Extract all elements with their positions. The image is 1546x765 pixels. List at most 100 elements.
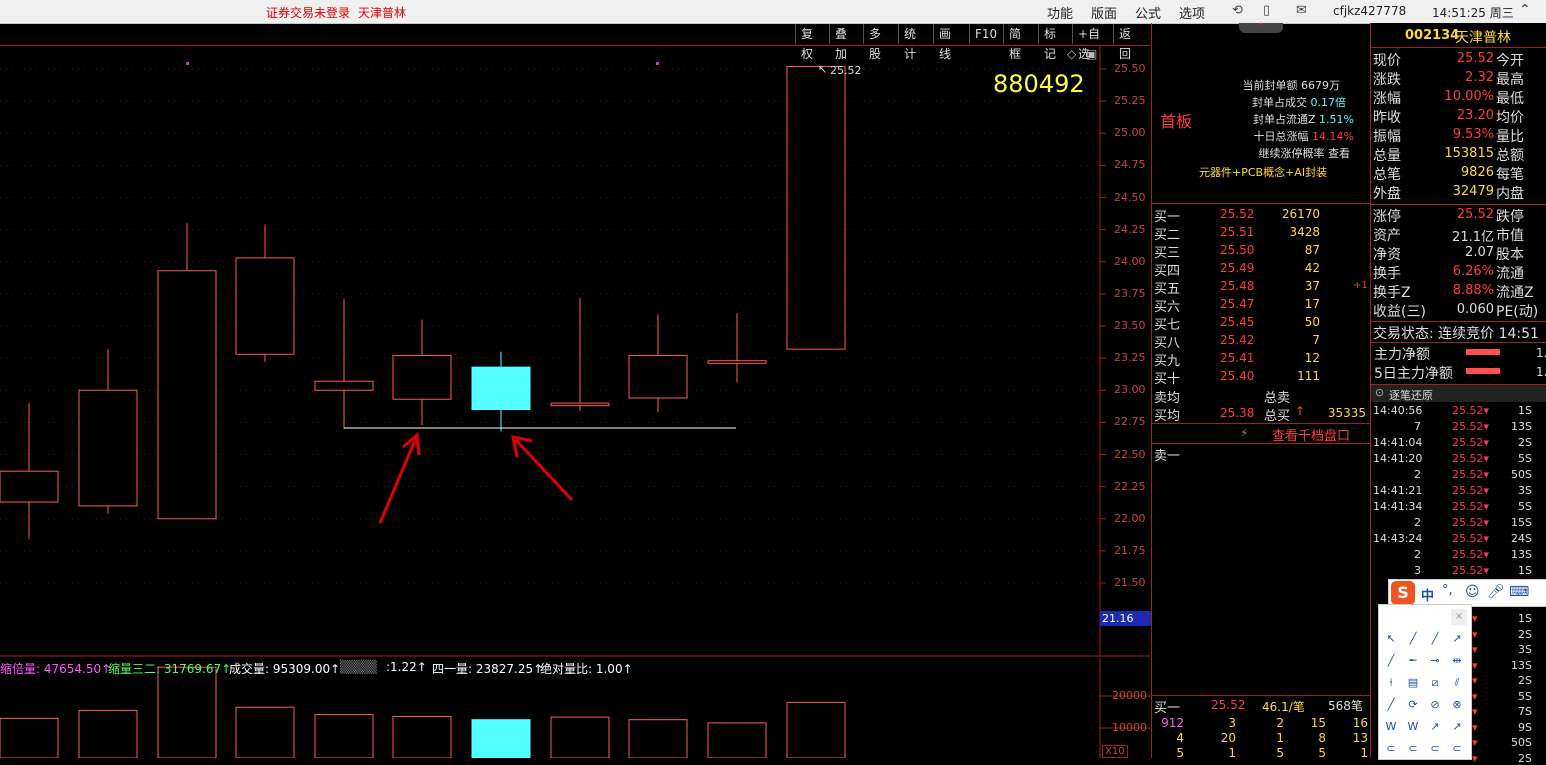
up-arrow-icon: ↑ <box>1295 404 1306 418</box>
bid-price[interactable]: 25.41 <box>1220 351 1254 365</box>
stat-label: 涨跌 <box>1373 72 1401 88</box>
draw-tool-icon[interactable]: W <box>1381 717 1401 737</box>
draw-tool-icon[interactable]: ⊸ <box>1425 651 1445 671</box>
bid-label: 买一 <box>1154 210 1181 225</box>
draw-tool-icon[interactable]: ↖ <box>1381 629 1401 649</box>
tick-dir: ▾ <box>1472 627 1478 641</box>
draw-tool-icon[interactable]: ⫽ <box>1447 673 1467 693</box>
draw-tool-icon[interactable]: ╱ <box>1403 629 1423 649</box>
draw-tool-icon[interactable]: ╱ <box>1425 629 1445 649</box>
ind-ratio: :1.22↑ <box>386 660 427 674</box>
tick-dir: ▾ <box>1472 658 1478 672</box>
phone-icon[interactable]: ▯ <box>1263 3 1270 18</box>
tool-multi[interactable]: 多股 <box>863 24 886 61</box>
bid-price[interactable]: 25.52 <box>1220 207 1254 221</box>
drawing-palette[interactable]: × ↖ ╱ ╱ ↗ ╱ ╾ ⊸ ⇹ ⍿ ▤ ⧄ ⫽ ╱ ⟳ ⊘ ⊗ W W ↗ ↗ ⊂ ⊂ ⊂ ⊂ <box>1378 604 1472 760</box>
menu-function[interactable]: 功能 <box>1047 3 1073 22</box>
draw-tool-icon[interactable]: ⊗ <box>1447 695 1467 715</box>
microphone-icon[interactable]: 🎤︎ <box>1487 584 1505 600</box>
candle-body <box>550 402 610 407</box>
draw-tool-icon[interactable]: ↗ <box>1425 717 1445 737</box>
candlestick-chart[interactable] <box>0 45 1150 657</box>
tool-mark[interactable]: 标记 <box>1038 24 1061 61</box>
tick-volume: 7S <box>1518 705 1532 718</box>
tool-draw[interactable]: 画线 <box>933 24 956 61</box>
bid-volume: 87 <box>1304 243 1320 257</box>
refresh-icon[interactable]: ⟲ <box>1232 3 1243 18</box>
draw-tool-icon[interactable]: W <box>1403 717 1423 737</box>
bid-price[interactable]: 25.49 <box>1220 261 1254 275</box>
bid-price[interactable]: 25.47 <box>1220 297 1254 311</box>
stat-value: 153815 <box>1444 146 1494 161</box>
bid-price[interactable]: 25.45 <box>1220 315 1254 329</box>
tick-price: 25.52▾ <box>1452 484 1490 497</box>
tick-header[interactable]: ⊙ 逐笔还原 <box>1371 384 1546 402</box>
menu-formula[interactable]: 公式 <box>1135 3 1161 22</box>
collapse-icon[interactable]: ⊙ <box>1375 386 1384 399</box>
tool-fuquan[interactable]: 复权 <box>795 24 818 61</box>
lightning-icon: ⚡ <box>1240 426 1249 440</box>
login-status[interactable]: 证券交易未登录 <box>266 4 350 21</box>
user-account[interactable]: cfjkz427778 <box>1333 4 1406 18</box>
queue-cell: 20 <box>1220 731 1236 745</box>
ime-lang[interactable]: 中 <box>1421 585 1434 604</box>
palette-close-icon[interactable]: × <box>1451 609 1467 625</box>
tick-volume: 50S <box>1511 736 1532 749</box>
tool-overlay[interactable]: 叠加 <box>829 24 852 61</box>
draw-tool-icon[interactable]: ╱ <box>1381 695 1401 715</box>
bid-price[interactable]: 25.51 <box>1220 225 1254 239</box>
arrow-left <box>378 437 418 524</box>
tool-simple-frame[interactable]: 简框 <box>1003 24 1026 61</box>
draw-tool-icon[interactable]: ↗ <box>1447 629 1467 649</box>
tool-back[interactable]: 返回 <box>1113 24 1136 61</box>
tool-add-watch[interactable]: +自选 <box>1072 24 1105 61</box>
draw-tool-icon[interactable]: ⊂ <box>1447 739 1467 759</box>
ime-punct[interactable]: °, <box>1442 583 1453 598</box>
candle-body <box>157 270 217 520</box>
tool-stats[interactable]: 统计 <box>898 24 921 61</box>
draw-tool-icon[interactable]: ⟳ <box>1403 695 1423 715</box>
emoji-icon[interactable]: ☺ <box>1465 584 1480 600</box>
price-tick-label: 24.00 <box>1114 254 1146 268</box>
view-depth-link[interactable]: 查看千档盘口 <box>1272 425 1350 444</box>
ind-shrink-32: 缩量三二: 31769.67↑ <box>108 662 232 676</box>
tool-f10[interactable]: F10 <box>969 24 1002 44</box>
queue-bid1-label: 买一 <box>1154 701 1181 716</box>
draw-tool-icon[interactable]: ⊂ <box>1425 739 1445 759</box>
stat-value: 21.1亿 <box>1452 230 1494 245</box>
tick-volume: 13S <box>1511 420 1532 433</box>
menu-layout[interactable]: 版面 <box>1091 3 1117 22</box>
draw-tool-icon[interactable]: ⊘ <box>1425 695 1445 715</box>
draw-tool-icon[interactable]: ╾ <box>1403 651 1423 671</box>
tick-price: 25.52▾ <box>1452 564 1490 577</box>
keyboard-icon[interactable]: ⌨ <box>1509 584 1529 600</box>
tick-volume: 9S <box>1518 720 1532 734</box>
stat-value: 25.52 <box>1456 207 1494 222</box>
bid-price[interactable]: 25.40 <box>1220 369 1254 383</box>
draw-tool-icon[interactable]: ⊂ <box>1403 739 1423 759</box>
menu-options[interactable]: 选项 <box>1179 3 1205 22</box>
bid-change: +1 <box>1353 280 1368 291</box>
draw-tool-icon[interactable]: ╱ <box>1381 651 1401 671</box>
draw-tool-icon[interactable]: ⧄ <box>1425 673 1445 693</box>
stat-tail-label: 均价 <box>1496 110 1524 126</box>
price-tick-label: 21.50 <box>1114 576 1146 589</box>
seal-row[interactable]: 继续涨停概率 查看 <box>1214 145 1364 162</box>
sogou-logo-icon[interactable]: S <box>1391 581 1415 605</box>
bid-price[interactable]: 25.48 <box>1220 279 1254 293</box>
stat-label: 现价 <box>1373 53 1401 69</box>
collapse-tab[interactable]: ⌃ <box>1239 23 1283 33</box>
draw-tool-icon[interactable]: ↗ <box>1447 717 1467 737</box>
bid-price[interactable]: 25.42 <box>1220 333 1254 347</box>
candle-body <box>392 355 452 400</box>
minimize-icon[interactable]: ⌃ <box>1519 2 1531 18</box>
bid-price[interactable]: 25.50 <box>1220 243 1254 257</box>
draw-tool-icon[interactable]: ▤ <box>1403 673 1423 693</box>
ime-toolbar[interactable]: S 中 °, ☺ 🎤︎ ⌨ <box>1388 579 1546 607</box>
bid-label: 买十 <box>1154 372 1181 387</box>
draw-tool-icon[interactable]: ⊂ <box>1381 739 1401 759</box>
draw-tool-icon[interactable]: ⍿ <box>1381 673 1401 693</box>
mail-icon[interactable]: ✉ <box>1296 3 1307 18</box>
draw-tool-icon[interactable]: ⇹ <box>1447 651 1467 671</box>
tick-time: 7 <box>1414 420 1421 433</box>
